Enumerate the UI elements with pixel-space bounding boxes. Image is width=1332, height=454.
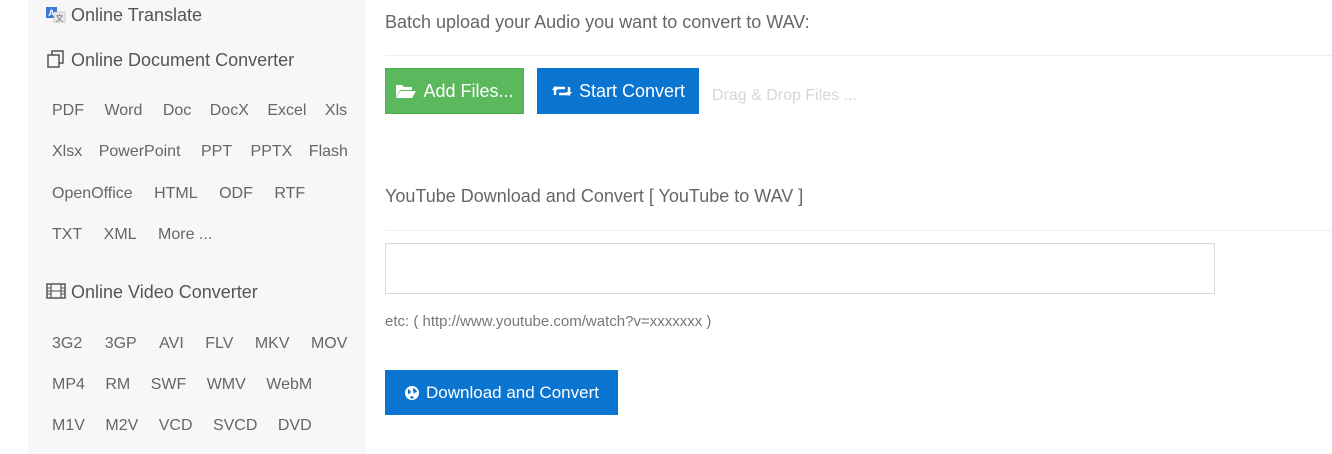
format-link[interactable]: XML — [104, 226, 137, 244]
format-link[interactable]: M2V — [105, 417, 138, 435]
online-translate-label: Online Translate — [71, 5, 203, 25]
drag-drop-hint: Drag & Drop Files ... — [712, 87, 857, 104]
folder-open-icon — [395, 83, 417, 99]
online-video-converter-heading[interactable]: Online Video Converter — [46, 282, 258, 305]
video-format-row: M1V M2V VCD SVCD DVD — [52, 417, 312, 435]
format-link[interactable]: VCD — [159, 417, 193, 435]
online-video-converter-label: Online Video Converter — [71, 282, 258, 302]
format-link[interactable]: DocX — [210, 102, 249, 120]
start-convert-button[interactable]: Start Convert — [537, 68, 699, 114]
copy-icon — [46, 50, 66, 73]
format-link[interactable]: M1V — [52, 417, 85, 435]
format-link[interactable]: Excel — [267, 102, 306, 120]
document-format-row: PDF Word Doc DocX Excel Xls — [52, 102, 347, 120]
format-link[interactable]: WebM — [266, 376, 312, 394]
format-link[interactable]: Xls — [325, 102, 347, 120]
batch-upload-heading: Batch upload your Audio you want to conv… — [385, 12, 810, 32]
format-link[interactable]: OpenOffice — [52, 185, 133, 203]
format-link[interactable]: Word — [104, 102, 142, 120]
add-files-label: Add Files... — [423, 80, 514, 101]
film-icon — [46, 282, 66, 305]
video-format-row: MP4 RM SWF WMV WebM — [52, 376, 312, 394]
format-link[interactable]: 3GP — [105, 335, 137, 353]
format-link[interactable]: MOV — [311, 335, 347, 353]
youtube-heading: YouTube Download and Convert [ YouTube t… — [385, 186, 804, 206]
svg-text:文: 文 — [56, 13, 64, 23]
divider — [385, 230, 1332, 231]
youtube-url-input[interactable] — [385, 243, 1215, 294]
main-panel: Batch upload your Audio you want to conv… — [366, 0, 1332, 454]
translate-icon: A 文 — [46, 7, 66, 28]
format-link[interactable]: DVD — [278, 417, 312, 435]
globe-icon — [404, 385, 420, 401]
format-link[interactable]: RM — [105, 376, 130, 394]
format-link[interactable]: Xlsx — [52, 143, 82, 161]
download-and-convert-button[interactable]: Download and Convert — [385, 370, 618, 415]
format-link[interactable]: SVCD — [213, 417, 257, 435]
online-document-converter-heading[interactable]: Online Document Converter — [46, 50, 294, 73]
start-convert-label: Start Convert — [578, 80, 686, 101]
document-format-row: OpenOffice HTML ODF RTF — [52, 185, 305, 203]
format-link[interactable]: Flash — [309, 143, 348, 161]
add-files-button[interactable]: Add Files... — [385, 68, 524, 114]
format-link[interactable]: HTML — [154, 185, 198, 203]
divider — [385, 55, 1332, 56]
format-link[interactable]: FLV — [205, 335, 233, 353]
video-format-row: 3G2 3GP AVI FLV MKV MOV — [52, 335, 347, 353]
format-link[interactable]: RTF — [274, 185, 305, 203]
format-link[interactable]: ODF — [219, 185, 253, 203]
format-link[interactable]: PDF — [52, 102, 84, 120]
document-format-row: TXT XML More ... — [52, 226, 212, 244]
format-link[interactable]: TXT — [52, 226, 82, 244]
format-link[interactable]: SWF — [151, 376, 187, 394]
document-format-row: Xlsx PowerPoint PPT PPTX Flash — [52, 143, 348, 161]
url-example-text: etc: ( http://www.youtube.com/watch?v=xx… — [385, 313, 712, 330]
format-link[interactable]: PPTX — [251, 143, 293, 161]
online-translate-link[interactable]: A 文 Online Translate — [46, 5, 202, 28]
more-link[interactable]: More ... — [158, 226, 212, 244]
retweet-icon — [551, 83, 573, 99]
format-link[interactable]: Doc — [163, 102, 191, 120]
format-link[interactable]: PPT — [201, 143, 232, 161]
format-link[interactable]: MP4 — [52, 376, 85, 394]
sidebar: A 文 Online Translate Online Document Con… — [28, 0, 367, 454]
download-and-convert-label: Download and Convert — [426, 382, 599, 402]
format-link[interactable]: PowerPoint — [99, 143, 181, 161]
format-link[interactable]: 3G2 — [52, 335, 82, 353]
format-link[interactable]: WMV — [207, 376, 246, 394]
format-link[interactable]: MKV — [255, 335, 290, 353]
online-document-converter-label: Online Document Converter — [71, 50, 295, 70]
format-link[interactable]: AVI — [159, 335, 184, 353]
